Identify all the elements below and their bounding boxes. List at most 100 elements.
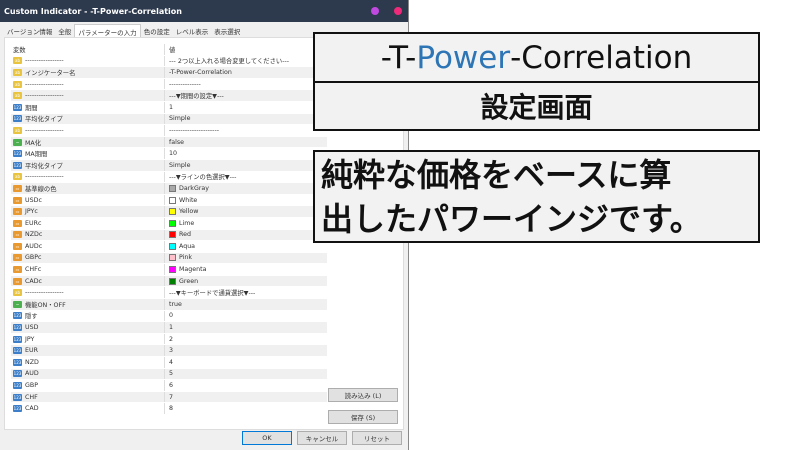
value-text: 2 xyxy=(169,335,174,343)
table-row[interactable]: 123 EUR 3 xyxy=(11,345,327,358)
value-cell[interactable]: White xyxy=(165,196,327,204)
integer-type-icon: 123 xyxy=(13,324,22,332)
tab-version-info[interactable]: バージョン情報 xyxy=(4,24,55,37)
string-type-icon: ab xyxy=(13,173,22,181)
value-cell[interactable]: 6 xyxy=(165,382,327,389)
table-row[interactable]: 123 平均化タイプ Simple xyxy=(11,159,327,172)
value-cell[interactable]: false xyxy=(165,139,327,146)
value-cell[interactable]: ---------------------- xyxy=(165,127,327,134)
table-row[interactable]: ▭ CHFc Magenta xyxy=(11,264,327,276)
value-cell[interactable]: Magenta xyxy=(165,266,327,274)
value-text: Green xyxy=(179,277,199,285)
value-cell[interactable]: true xyxy=(165,301,327,308)
table-row[interactable]: ▭ CADc Green xyxy=(11,275,327,288)
value-cell[interactable]: 5 xyxy=(165,370,327,377)
table-row[interactable]: 123 期間 1 xyxy=(11,101,327,114)
table-row[interactable]: ab ----------------- -------------- xyxy=(11,78,327,91)
color-type-icon: ▭ xyxy=(13,277,22,285)
variable-name: MA化 xyxy=(25,139,42,147)
table-row[interactable]: ab ----------------- ---------------------… xyxy=(11,125,327,137)
value-cell[interactable]: 8 xyxy=(165,405,327,412)
value-text: 7 xyxy=(169,393,174,401)
variable-name: GBPc xyxy=(25,254,42,262)
reset-button[interactable]: リセット xyxy=(352,431,402,445)
variable-name: AUDc xyxy=(25,242,43,250)
variable-name: GBP xyxy=(25,382,38,390)
table-row[interactable]: ab ----------------- --- 2つ以上入れる場合変更してください… xyxy=(11,55,327,68)
color-type-icon: ▭ xyxy=(13,266,22,274)
color-swatch xyxy=(169,254,176,262)
table-row[interactable]: 123 AUD 5 xyxy=(11,368,327,381)
value-cell[interactable]: Green xyxy=(165,277,327,285)
value-cell[interactable]: ---▼期間の設定▼--- xyxy=(165,91,327,100)
integer-type-icon: 123 xyxy=(13,312,22,320)
minimize-button[interactable] xyxy=(371,7,379,15)
variable-name: ----------------- xyxy=(25,289,64,297)
value-text: ---▼期間の設定▼--- xyxy=(169,93,224,101)
value-cell[interactable]: 4 xyxy=(165,359,327,366)
variable-name: ----------------- xyxy=(25,173,64,181)
table-row[interactable]: 123 MA期間 10 xyxy=(11,148,327,160)
table-row[interactable]: ▭ AUDc Aqua xyxy=(11,241,327,253)
table-row[interactable]: 123 平均化タイプ Simple xyxy=(11,113,327,126)
table-row[interactable]: 123 GBP 6 xyxy=(11,380,327,392)
value-cell[interactable]: Simple xyxy=(165,162,327,169)
tab-parameters[interactable]: パラメーターの入力 xyxy=(74,24,141,37)
value-cell[interactable]: DarkGray xyxy=(165,184,327,192)
table-row[interactable]: ▭ NZDc Red xyxy=(11,229,327,242)
ok-button[interactable]: OK xyxy=(242,431,292,445)
color-swatch xyxy=(169,266,176,274)
table-row[interactable]: ab ----------------- ---▼ラインの色選択▼--- xyxy=(11,171,327,184)
table-row[interactable]: ab ----------------- ---▼期間の設定▼--- xyxy=(11,90,327,102)
table-row[interactable]: 123 隠す 0 xyxy=(11,310,327,323)
value-cell[interactable]: 7 xyxy=(165,394,327,401)
value-cell[interactable]: Aqua xyxy=(165,242,327,250)
value-cell[interactable]: Yellow xyxy=(165,208,327,216)
table-row[interactable]: 123 NZD 4 xyxy=(11,357,327,369)
table-row[interactable]: ab インジケーター名 -T-Power-Correlation xyxy=(11,67,327,79)
value-cell[interactable]: -------------- xyxy=(165,81,327,88)
table-row[interactable]: 123 JPY 2 xyxy=(11,333,327,346)
value-cell[interactable]: 2 xyxy=(165,336,327,343)
window-title: Custom Indicator - -T-Power-Correlation xyxy=(4,6,182,16)
value-cell[interactable]: ---▼キーボードで通貨選択▼--- xyxy=(165,288,327,297)
value-cell[interactable]: Lime xyxy=(165,219,327,227)
value-text: 8 xyxy=(169,405,174,413)
table-row[interactable]: ▭ JPYc Yellow xyxy=(11,206,327,218)
value-cell[interactable]: 1 xyxy=(165,104,327,111)
tab-general[interactable]: 全般 xyxy=(55,24,74,37)
save-button[interactable]: 保存 (S) xyxy=(328,410,398,424)
tab-colors[interactable]: 色の設定 xyxy=(141,24,173,37)
value-cell[interactable]: ---▼ラインの色選択▼--- xyxy=(165,172,327,181)
color-type-icon: ▭ xyxy=(13,208,22,216)
value-cell[interactable]: 3 xyxy=(165,347,327,354)
table-row[interactable]: 123 CHF 7 xyxy=(11,391,327,404)
table-row[interactable]: ▭ EURc Lime xyxy=(11,217,327,230)
load-button[interactable]: 読み込み (L) xyxy=(328,388,398,402)
variable-name: ----------------- xyxy=(25,126,64,134)
close-button[interactable] xyxy=(394,7,402,15)
variable-cell: ab ----------------- xyxy=(11,55,165,67)
table-row[interactable]: ab ----------------- ---▼キーボードで通貨選択▼--- xyxy=(11,287,327,300)
table-row[interactable]: ~ 機能ON・OFF true xyxy=(11,299,327,311)
value-cell[interactable]: 1 xyxy=(165,324,327,331)
value-cell[interactable]: -T-Power-Correlation xyxy=(165,69,327,76)
value-cell[interactable]: 10 xyxy=(165,150,327,157)
table-row[interactable]: 123 USD 1 xyxy=(11,322,327,334)
tab-visualization[interactable]: 表示選択 xyxy=(211,24,243,37)
string-type-icon: ab xyxy=(13,92,22,100)
table-row[interactable]: ~ MA化 false xyxy=(11,136,327,149)
tab-levels[interactable]: レベル表示 xyxy=(173,24,212,37)
value-cell[interactable]: Simple xyxy=(165,115,327,122)
cancel-button[interactable]: キャンセル xyxy=(297,431,347,445)
value-cell[interactable]: 0 xyxy=(165,312,327,319)
table-row[interactable]: ▭ 基準線の色 DarkGray xyxy=(11,183,327,195)
value-cell[interactable]: Pink xyxy=(165,254,327,262)
value-cell[interactable]: Red xyxy=(165,231,327,239)
table-row[interactable]: 123 CAD 8 xyxy=(11,403,327,415)
table-row[interactable]: ▭ USDc White xyxy=(11,194,327,207)
title-accent: Power xyxy=(416,39,511,76)
value-cell[interactable]: --- 2つ以上入れる場合変更してください--- xyxy=(165,56,327,65)
integer-type-icon: 123 xyxy=(13,358,22,366)
table-row[interactable]: ▭ GBPc Pink xyxy=(11,252,327,265)
